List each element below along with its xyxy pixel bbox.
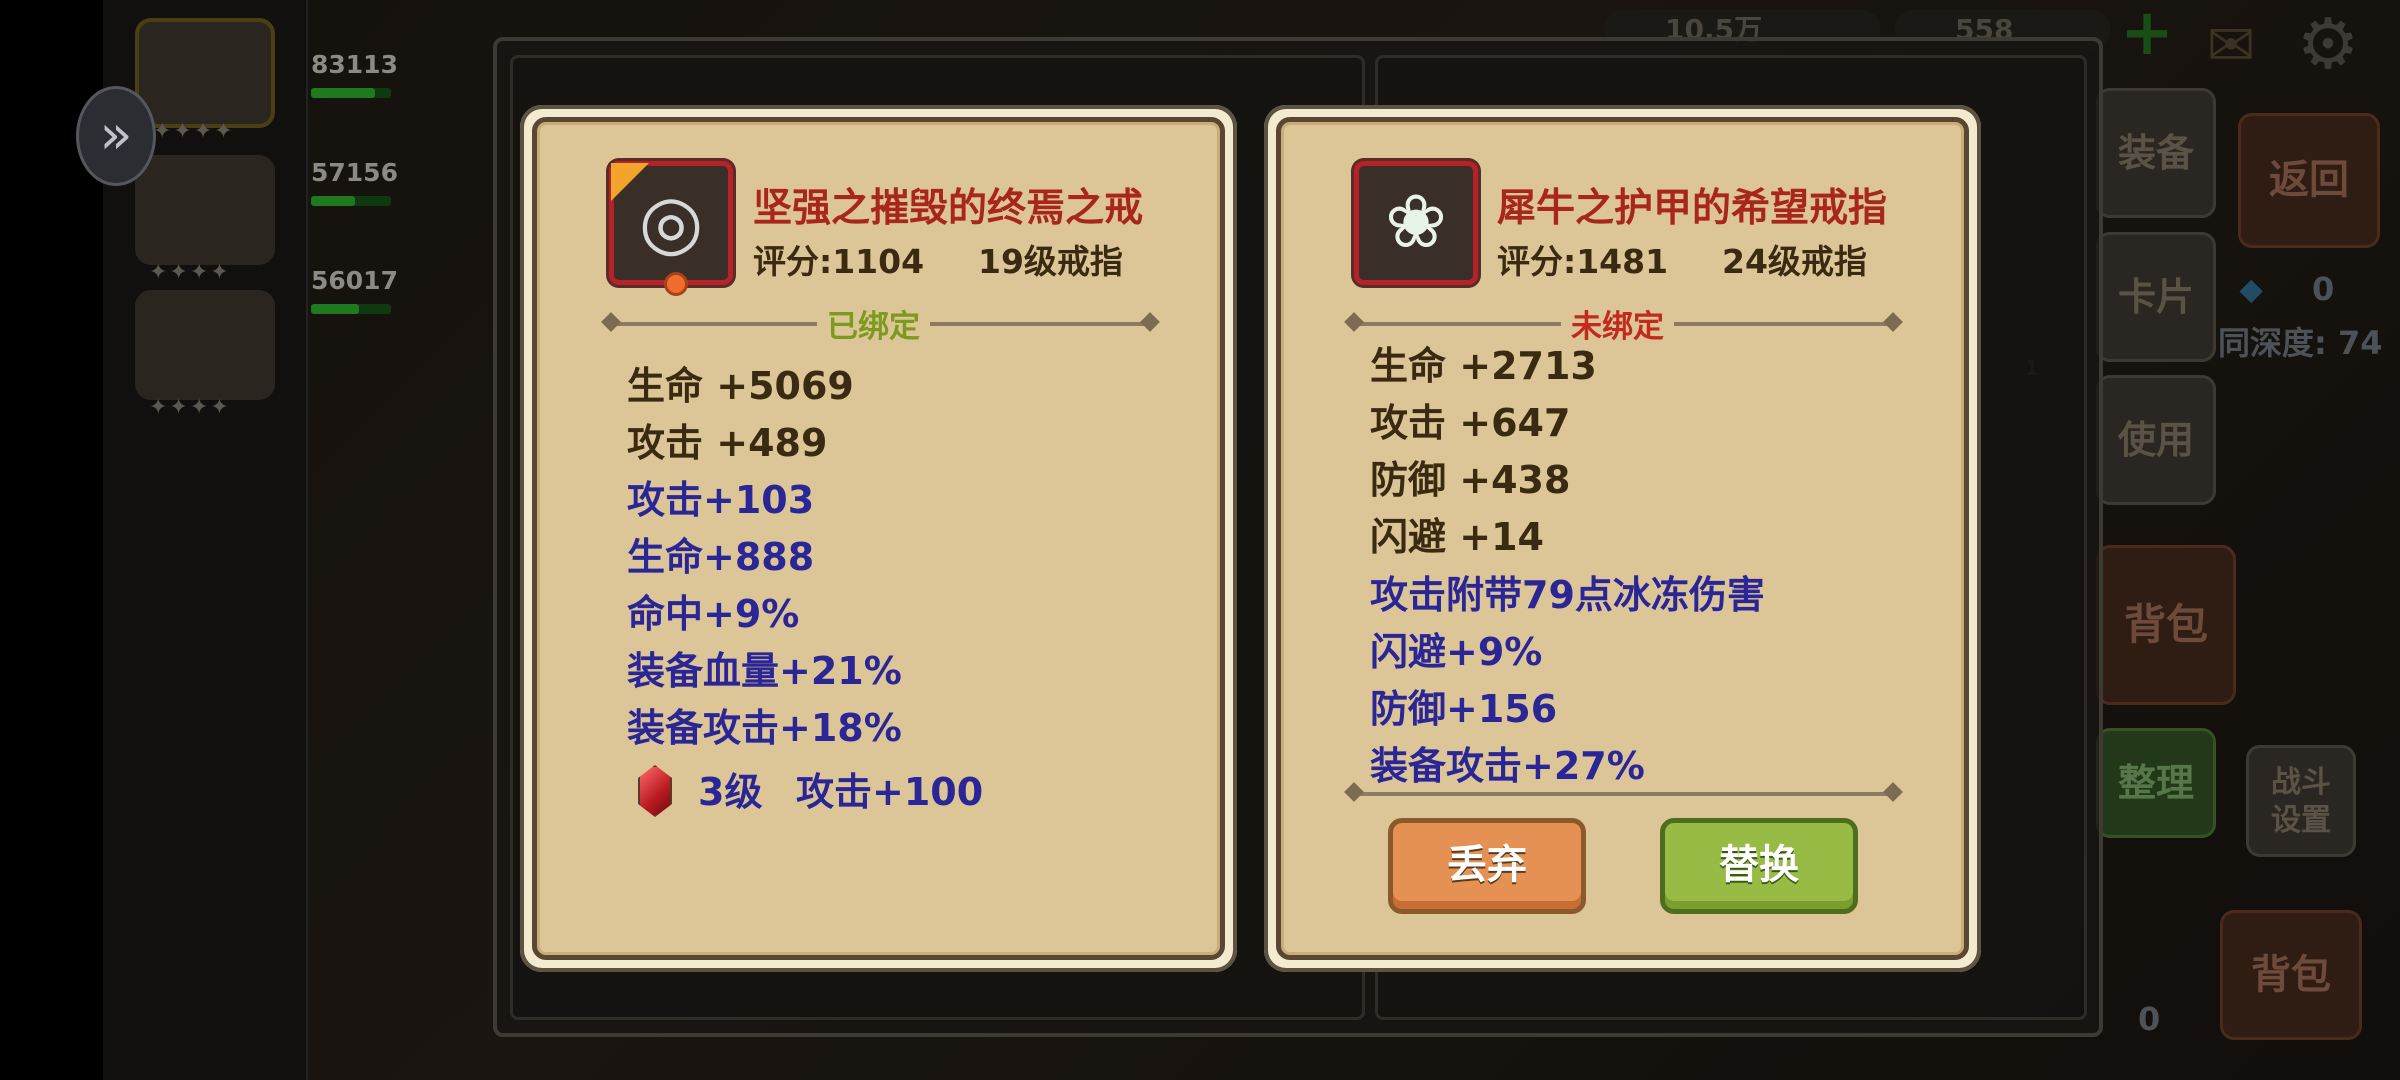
- hero-portrait-3[interactable]: ✦✦✦✦: [135, 290, 275, 420]
- divider: [1351, 792, 1896, 796]
- gear-icon[interactable]: ⚙: [2290, 6, 2366, 82]
- hero-hp-3: 56017: [311, 266, 398, 295]
- hero-hp-bar-3: [311, 304, 391, 314]
- gem-effect: 攻击+100: [796, 770, 984, 814]
- item-name: 坚强之摧毁的终焉之戒: [753, 186, 1144, 231]
- extra-stat: 装备攻击+27%: [1370, 744, 1645, 788]
- base-stat: 闪避 +14: [1370, 515, 1544, 559]
- back-button[interactable]: 返回: [2238, 113, 2380, 248]
- extra-stat: 攻击附带79点冰冻伤害: [1370, 573, 1765, 617]
- bag-button-2[interactable]: 背包: [2220, 910, 2362, 1040]
- sort-button[interactable]: 整理: [2096, 728, 2216, 838]
- extra-stat: 生命+888: [627, 535, 815, 579]
- use-button[interactable]: 使用: [2096, 375, 2216, 505]
- ring-item-icon: ❀: [1354, 161, 1478, 285]
- extra-stat: 装备血量+21%: [627, 649, 902, 693]
- extra-stat: 命中+9%: [627, 592, 800, 636]
- equipped-item-card: ◎ 坚强之摧毁的终焉之戒 评分:1104 19级戒指 已绑定 生命 +5069 …: [520, 105, 1237, 972]
- bag-button[interactable]: 背包: [2096, 545, 2236, 705]
- base-stat: 攻击 +489: [627, 421, 828, 465]
- battle-settings-button[interactable]: 战斗 设置: [2246, 745, 2356, 857]
- hero-stars: ✦✦✦✦: [149, 260, 231, 285]
- lotus-ring-icon: ❀: [1384, 179, 1447, 265]
- ring-icon: ◎: [638, 179, 704, 265]
- extra-stat: 闪避+9%: [1370, 630, 1543, 674]
- gem-level: 3级: [698, 770, 763, 814]
- base-stat: 攻击 +647: [1370, 401, 1571, 445]
- card-button[interactable]: 卡片: [2096, 232, 2216, 362]
- extra-stat: 防御+156: [1370, 687, 1558, 731]
- hero-hp-1: 83113: [311, 50, 398, 79]
- chevron-right-icon: »: [99, 103, 133, 166]
- new-item-card: ❀ 犀牛之护甲的希望戒指 评分:1481 24级戒指 未绑定 生命 +2713 …: [1264, 105, 1981, 972]
- base-stat: 生命 +2713: [1370, 344, 1597, 388]
- discard-button[interactable]: 丢弃: [1388, 818, 1586, 914]
- base-stat: 生命 +5069: [627, 364, 854, 408]
- extra-stat: 装备攻击+18%: [627, 706, 902, 750]
- bottom-count: 0: [2138, 1000, 2161, 1038]
- ring-item-icon: ◎: [609, 161, 733, 296]
- hero-portrait-1[interactable]: ✦✦✦✦: [135, 18, 275, 144]
- item-name: 犀牛之护甲的希望戒指: [1497, 186, 1888, 231]
- expand-panel-button[interactable]: »: [76, 86, 156, 186]
- equip-button[interactable]: 装备: [2096, 88, 2216, 218]
- gem-count: 0: [2312, 270, 2335, 308]
- hero-portrait-2[interactable]: ✦✦✦✦: [135, 155, 275, 285]
- plus-icon[interactable]: +: [2118, 1, 2176, 65]
- item-score: 评分:1481: [1497, 242, 1669, 281]
- depth-label: 同深度: 74: [2218, 324, 2383, 362]
- extra-stat: 攻击+103: [627, 478, 815, 522]
- item-score: 评分:1104: [753, 242, 925, 281]
- base-stat: 防御 +438: [1370, 458, 1571, 502]
- item-level: 19级戒指: [978, 242, 1123, 281]
- quality-dot-icon: [664, 272, 688, 296]
- hero-stars: ✦✦✦✦: [149, 395, 231, 420]
- hero-stars: ✦✦✦✦: [153, 119, 235, 144]
- bind-status: 已绑定: [817, 301, 930, 346]
- hero-hp-2: 57156: [311, 158, 398, 187]
- item-level: 24级戒指: [1722, 242, 1867, 281]
- hero-hp-bar-1: [311, 88, 391, 98]
- replace-button[interactable]: 替换: [1660, 818, 1858, 914]
- mail-icon[interactable]: ✉: [2196, 10, 2266, 80]
- hero-hp-bar-2: [311, 196, 391, 206]
- crystal-icon: ⬥: [2240, 270, 2263, 308]
